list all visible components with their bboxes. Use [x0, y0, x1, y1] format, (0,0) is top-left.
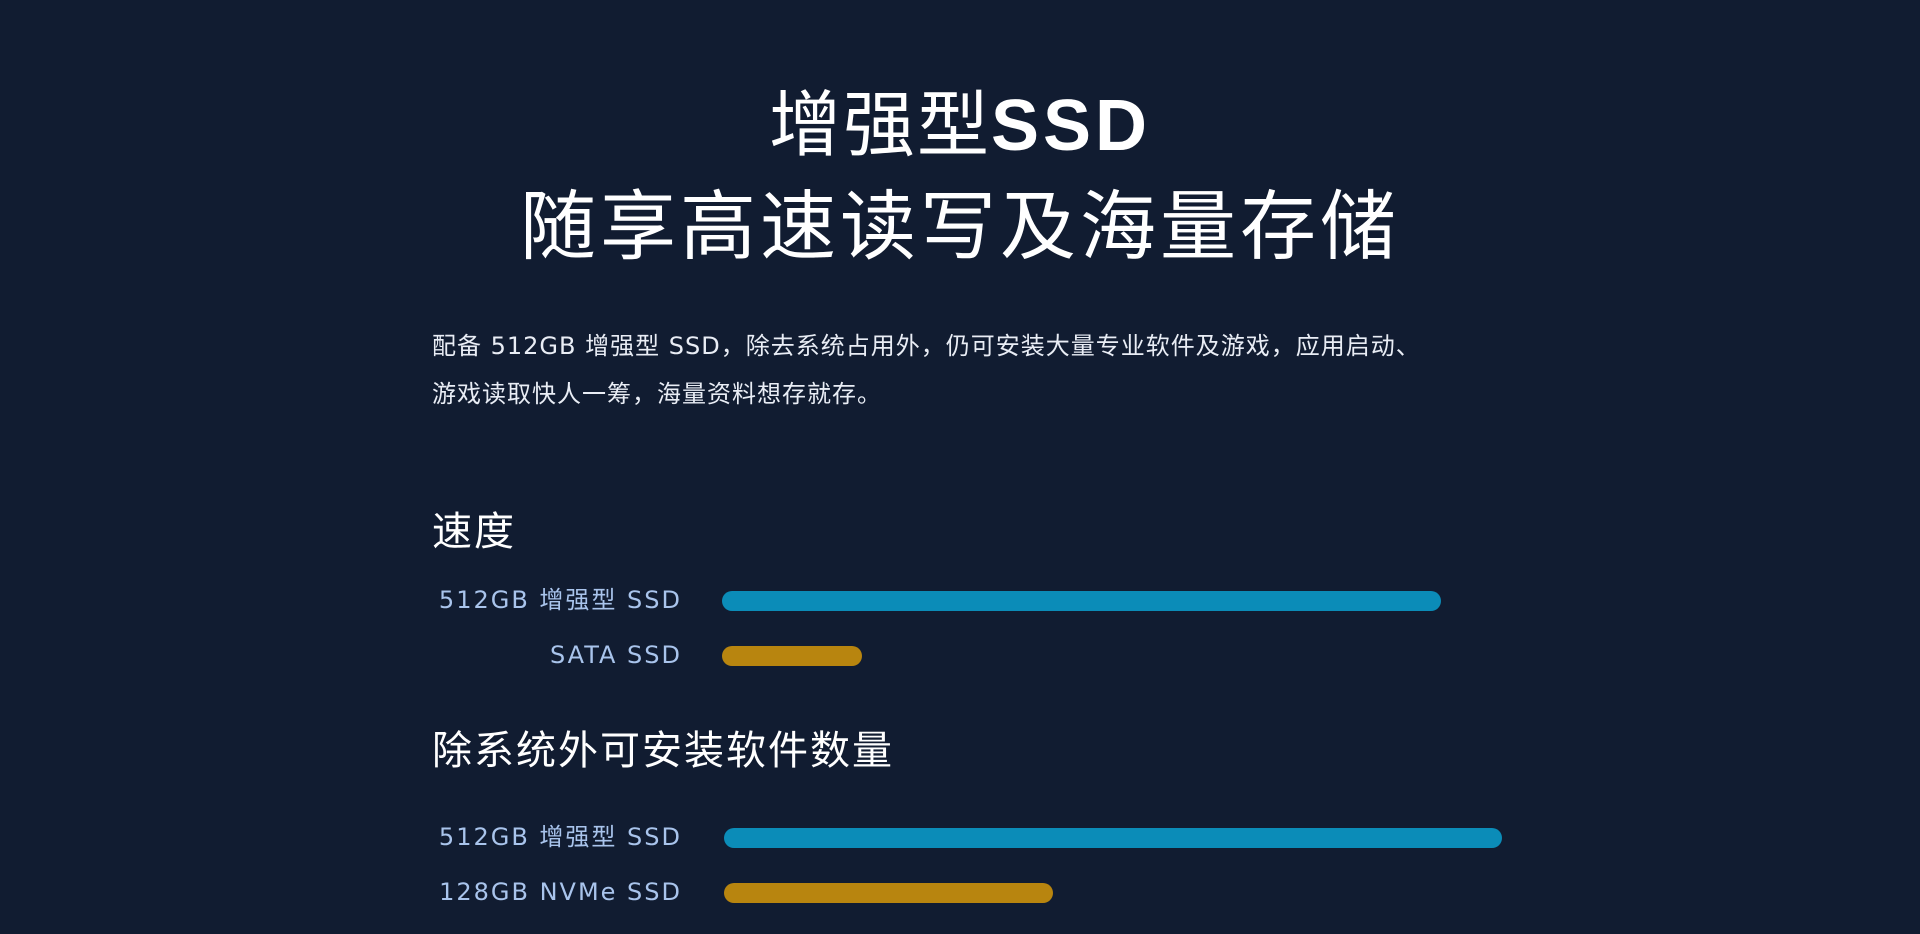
speed-bar-label-2-wrap: SATA SSD: [400, 640, 682, 670]
hero-title-line-1: 增强型SSD: [0, 82, 1920, 169]
capacity-section-title: 除系统外可安装软件数量: [432, 728, 894, 774]
speed-bar-row-1: 512GB 增强型 SSD: [400, 585, 1520, 615]
capacity-bar-row-1: 512GB 增强型 SSD: [400, 822, 1520, 852]
hero-title-cjk: 增强型: [768, 83, 991, 167]
speed-section-title: 速度: [432, 509, 516, 555]
capacity-bar-label-1: 512GB 增强型 SSD: [438, 823, 682, 851]
capacity-bar-label-2-wrap: 128GB NVMe SSD: [400, 877, 682, 907]
intro-line-1: 配备 512GB 增强型 SSD，除去系统占用外，仍可安装大量专业软件及游戏，应…: [432, 332, 1421, 360]
speed-bar-label-2: SATA SSD: [549, 641, 682, 669]
intro-paragraph: 配备 512GB 增强型 SSD，除去系统占用外，仍可安装大量专业软件及游戏，应…: [432, 322, 1512, 418]
hero-title-latin: SSD: [990, 86, 1152, 166]
capacity-bar-row-2: 128GB NVMe SSD: [400, 877, 1520, 907]
intro-line-2: 游戏读取快人一筹，海量资料想存就存。: [432, 380, 882, 408]
hero-title-line-2: 随享高速读写及海量存储: [520, 182, 1400, 271]
speed-bar-1: [722, 591, 1441, 611]
speed-bar-label-1-wrap: 512GB 增强型 SSD: [400, 585, 682, 615]
capacity-bar-1: [724, 828, 1502, 848]
capacity-bar-2: [724, 883, 1053, 903]
page: 增强型SSD 随享高速读写及海量存储 配备 512GB 增强型 SSD，除去系统…: [0, 0, 1920, 934]
capacity-bar-label-1-wrap: 512GB 增强型 SSD: [400, 822, 682, 852]
speed-bar-2: [722, 646, 862, 666]
speed-bar-row-2: SATA SSD: [400, 640, 1520, 670]
speed-bar-label-1: 512GB 增强型 SSD: [438, 586, 682, 614]
capacity-bar-label-2: 128GB NVMe SSD: [439, 878, 682, 906]
